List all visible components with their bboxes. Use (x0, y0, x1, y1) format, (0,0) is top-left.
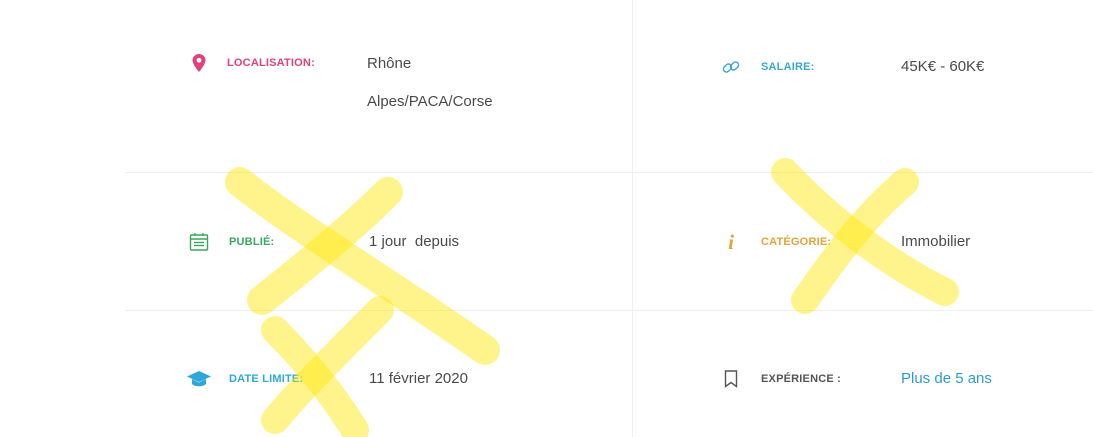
location-field: LOCALISATION: Rhône Alpes/PACA/Corse (188, 52, 537, 121)
highlighter-stroke (261, 296, 394, 434)
calendar-icon (188, 231, 210, 253)
category-field: i CATÉGORIE: Immobilier (720, 231, 970, 253)
salary-field: SALAIRE: 45K€ - 60K€ (720, 56, 984, 78)
highlighter-stroke (225, 167, 500, 365)
category-label: CATÉGORIE: (761, 236, 832, 248)
graduation-cap-icon (186, 368, 212, 390)
deadline-field: DATE LIMITE: 11 février 2020 (186, 368, 468, 390)
deadline-label: DATE LIMITE: (229, 373, 304, 385)
row-divider-1 (125, 172, 1093, 173)
experience-value[interactable]: Plus de 5 ans (901, 368, 992, 390)
link-icon (720, 56, 742, 78)
category-value: Immobilier (901, 233, 971, 250)
deadline-value: 11 février 2020 (369, 370, 468, 387)
salary-label: SALAIRE: (761, 61, 815, 73)
bookmark-icon (720, 368, 742, 390)
row-divider-2 (125, 310, 1093, 311)
published-field: PUBLIÉ: 1 jour depuis (188, 231, 459, 253)
location-value: Rhône Alpes/PACA/Corse (367, 55, 493, 110)
published-value: 1 jour depuis (369, 233, 460, 250)
experience-field: EXPÉRIENCE : Plus de 5 ans (720, 368, 992, 390)
salary-value: 45K€ - 60K€ (901, 58, 985, 75)
published-label: PUBLIÉ: (229, 236, 275, 248)
column-divider (632, 0, 633, 437)
location-label: LOCALISATION: (227, 57, 315, 69)
experience-label: EXPÉRIENCE : (761, 373, 842, 385)
map-pin-icon (188, 52, 210, 74)
info-icon: i (728, 230, 734, 254)
